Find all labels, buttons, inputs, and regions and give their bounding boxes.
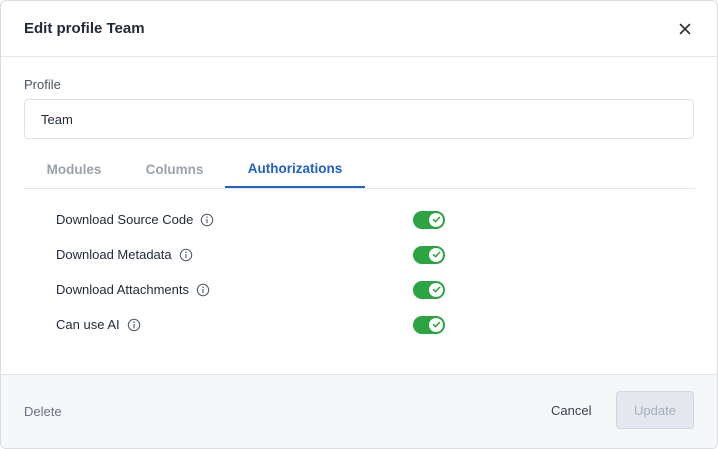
- dialog-footer: Delete Cancel Update: [1, 374, 717, 448]
- tab-modules[interactable]: Modules: [24, 150, 124, 188]
- auth-row-download-attachments: Download Attachments: [56, 272, 694, 307]
- auth-label: Can use AI: [56, 317, 120, 332]
- check-icon: [429, 212, 443, 227]
- tab-columns[interactable]: Columns: [124, 150, 225, 188]
- toggle-download-attachments[interactable]: [413, 280, 445, 299]
- dialog-body: Profile Modules Columns Authorizations D…: [1, 77, 717, 342]
- profile-name-input[interactable]: [24, 99, 694, 139]
- dialog-title: Edit profile Team: [24, 20, 145, 37]
- info-icon[interactable]: [127, 318, 141, 332]
- auth-label: Download Attachments: [56, 282, 189, 297]
- delete-button[interactable]: Delete: [24, 404, 62, 419]
- auth-label: Download Source Code: [56, 212, 194, 227]
- cancel-button[interactable]: Cancel: [551, 403, 591, 418]
- info-icon[interactable]: [200, 213, 214, 227]
- auth-label: Download Metadata: [56, 247, 172, 262]
- authorizations-list: Download Source Code Download Metadata D…: [24, 202, 694, 342]
- info-icon[interactable]: [179, 248, 193, 262]
- close-icon: [679, 23, 691, 34]
- toggle-can-use-ai[interactable]: [413, 315, 445, 334]
- auth-row-download-metadata: Download Metadata: [56, 237, 694, 272]
- auth-row-can-use-ai: Can use AI: [56, 307, 694, 342]
- dialog-header: Edit profile Team: [1, 1, 717, 57]
- check-icon: [429, 282, 443, 297]
- close-button[interactable]: [674, 18, 696, 40]
- tab-bar: Modules Columns Authorizations: [24, 150, 695, 189]
- auth-row-download-source-code: Download Source Code: [56, 202, 694, 237]
- profile-label: Profile: [24, 77, 61, 92]
- toggle-download-metadata[interactable]: [413, 245, 445, 264]
- check-icon: [429, 317, 443, 332]
- info-icon[interactable]: [196, 283, 210, 297]
- edit-profile-dialog: Edit profile Team Profile Modules Column…: [0, 0, 718, 449]
- toggle-download-source-code[interactable]: [413, 210, 445, 229]
- check-icon: [429, 247, 443, 262]
- tab-authorizations[interactable]: Authorizations: [225, 150, 365, 188]
- update-button[interactable]: Update: [616, 391, 694, 429]
